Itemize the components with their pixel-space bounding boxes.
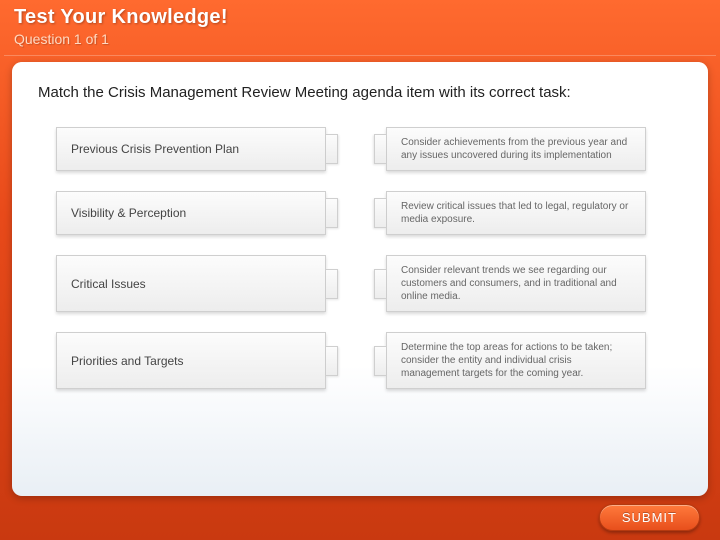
task-card[interactable]: Determine the top areas for actions to b… (386, 332, 646, 389)
agenda-item-label: Visibility & Perception (71, 206, 186, 220)
drop-gap[interactable] (326, 191, 386, 235)
quiz-title: Test Your Knowledge! (14, 6, 706, 29)
connector-right-icon (374, 134, 386, 164)
task-label: Review critical issues that led to legal… (401, 200, 631, 226)
question-panel: Match the Crisis Management Review Meeti… (12, 62, 708, 496)
quiz-header: Test Your Knowledge! Question 1 of 1 (0, 0, 720, 55)
drop-gap[interactable] (326, 255, 386, 312)
header-divider (4, 55, 716, 56)
drop-gap[interactable] (326, 332, 386, 389)
submit-button[interactable]: SUBMIT (599, 504, 700, 531)
agenda-item-card[interactable]: Priorities and Targets (56, 332, 326, 389)
drop-gap[interactable] (326, 127, 386, 171)
agenda-item-label: Previous Crisis Prevention Plan (71, 142, 239, 156)
connector-left-icon (326, 269, 338, 299)
match-row: Visibility & Perception Review critical … (56, 191, 664, 235)
task-label: Determine the top areas for actions to b… (401, 341, 631, 380)
match-row: Previous Crisis Prevention Plan Consider… (56, 127, 664, 171)
question-counter: Question 1 of 1 (14, 31, 706, 47)
agenda-item-label: Critical Issues (71, 277, 146, 291)
connector-right-icon (374, 269, 386, 299)
connector-left-icon (326, 134, 338, 164)
agenda-item-card[interactable]: Visibility & Perception (56, 191, 326, 235)
connector-right-icon (374, 198, 386, 228)
connector-right-icon (374, 346, 386, 376)
connector-left-icon (326, 198, 338, 228)
match-row: Critical Issues Consider relevant trends… (56, 255, 664, 312)
match-rows: Previous Crisis Prevention Plan Consider… (38, 127, 682, 389)
agenda-item-label: Priorities and Targets (71, 354, 184, 368)
connector-left-icon (326, 346, 338, 376)
task-card[interactable]: Consider relevant trends we see regardin… (386, 255, 646, 312)
footer-bar: SUBMIT (0, 496, 720, 531)
question-prompt: Match the Crisis Management Review Meeti… (38, 84, 682, 101)
agenda-item-card[interactable]: Previous Crisis Prevention Plan (56, 127, 326, 171)
task-label: Consider relevant trends we see regardin… (401, 264, 631, 303)
agenda-item-card[interactable]: Critical Issues (56, 255, 326, 312)
match-row: Priorities and Targets Determine the top… (56, 332, 664, 389)
task-card[interactable]: Consider achievements from the previous … (386, 127, 646, 171)
task-label: Consider achievements from the previous … (401, 136, 631, 162)
task-card[interactable]: Review critical issues that led to legal… (386, 191, 646, 235)
